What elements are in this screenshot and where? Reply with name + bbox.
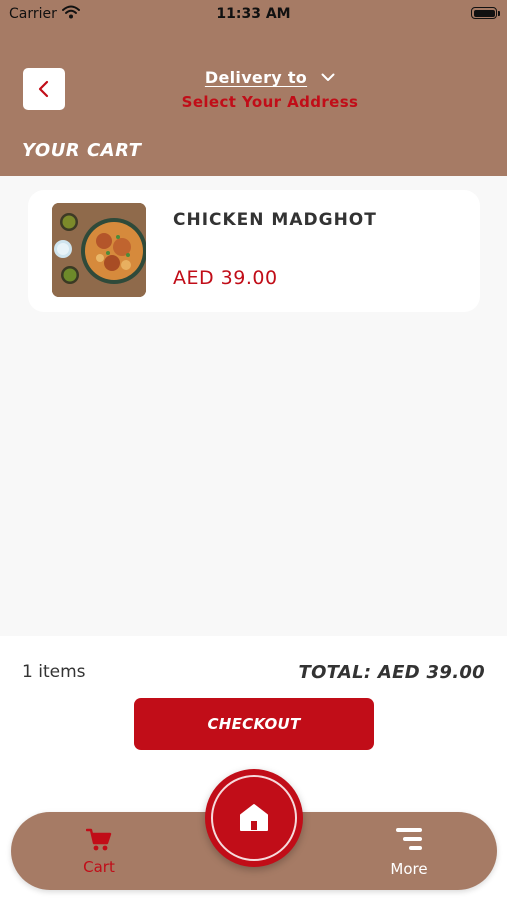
nav-more[interactable]: More [383,826,435,878]
page-title: YOUR CART [22,140,142,161]
delivery-label: Delivery to [204,68,308,87]
delivery-dropdown[interactable]: Delivery to [120,68,420,87]
battery-icon [471,7,500,19]
cart-icon [85,828,112,851]
nav-cart[interactable]: Cart [75,828,123,876]
status-bar: Carrier 11:33 AM [0,0,507,28]
cart-total: TOTAL: AED 39.00 [298,662,485,683]
home-button[interactable] [205,769,303,867]
chevron-left-icon [38,80,49,98]
header: Carrier 11:33 AM Delivery to Select Your… [0,0,507,176]
home-icon [240,804,268,831]
nav-more-label: More [390,860,428,878]
item-name: CHICKEN MADGHOT [173,210,377,230]
chevron-down-icon [321,73,335,81]
select-address-link[interactable]: Select Your Address [120,93,420,111]
status-time: 11:33 AM [216,6,291,22]
item-price: AED 39.00 [173,267,278,289]
cart-item-card[interactable]: CHICKEN MADGHOT AED 39.00 [28,190,480,312]
food-image [52,203,146,297]
nav-cart-label: Cart [83,858,115,876]
back-button[interactable] [23,68,65,110]
menu-icon [396,828,422,850]
checkout-button[interactable]: CHECKOUT [134,698,374,750]
items-count: 1 items [22,662,86,682]
delivery-selector: Delivery to Select Your Address [120,68,420,111]
